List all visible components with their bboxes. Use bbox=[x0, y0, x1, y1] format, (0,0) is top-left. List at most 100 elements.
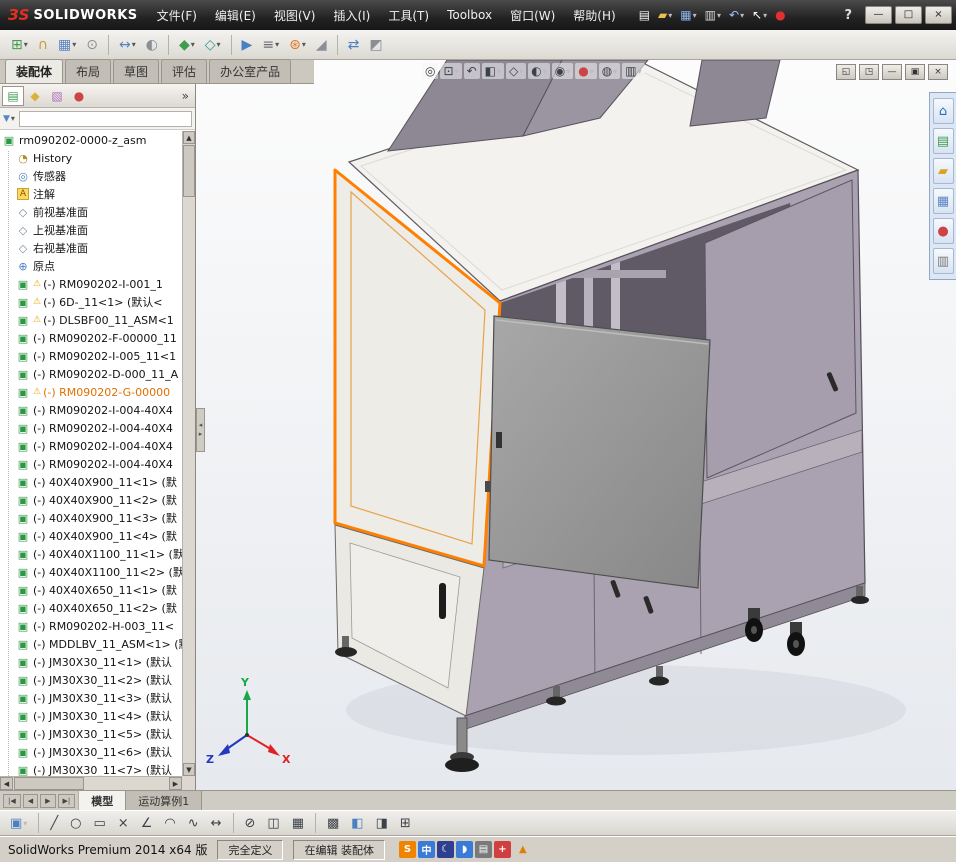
minimize-button[interactable]: — bbox=[865, 6, 892, 24]
menu-item[interactable]: 工具(T) bbox=[379, 5, 438, 26]
dropdown-arrow-icon[interactable]: ▾ bbox=[302, 40, 306, 49]
tree-item[interactable]: ▣ (-) 40X40X650_11<2> (默 bbox=[0, 599, 182, 617]
view-orientation-icon[interactable]: ◇ ▾ bbox=[505, 63, 527, 79]
doc-tile-button[interactable]: ◳ bbox=[859, 64, 879, 80]
rectangle-icon[interactable]: ▭ bbox=[88, 813, 110, 834]
external-references-icon[interactable]: ⇄ bbox=[344, 34, 364, 56]
sogou-input-icon[interactable]: S bbox=[398, 841, 416, 858]
tree-item[interactable]: ▣ ⚠ (-) 6D-_11<1> (默认< bbox=[0, 293, 182, 311]
tree-item[interactable]: ▣ (-) 40X40X650_11<1> (默 bbox=[0, 581, 182, 599]
arc-icon[interactable]: ◠ bbox=[159, 813, 180, 834]
dropdown-arrow-icon[interactable]: ▾ bbox=[132, 40, 136, 49]
dropdown-arrow-icon[interactable]: ▾ bbox=[693, 11, 697, 20]
tree-item[interactable]: ▣ (-) MDDLBV_11_ASM<1> (默 bbox=[0, 635, 182, 653]
solidworks-resources-icon[interactable]: ⌂ bbox=[932, 98, 954, 124]
tree-filter-input[interactable] bbox=[18, 110, 192, 127]
menu-item[interactable]: 窗口(W) bbox=[501, 5, 564, 26]
mirror-icon[interactable]: ◫ bbox=[262, 813, 284, 834]
open-door-latch[interactable] bbox=[496, 432, 502, 448]
dropdown-arrow-icon[interactable]: ▾ bbox=[717, 11, 721, 20]
dimension-icon[interactable]: ↔ bbox=[206, 813, 227, 834]
menu-item[interactable]: 文件(F) bbox=[148, 5, 206, 26]
configuration-manager-tab[interactable]: ▧ bbox=[46, 86, 68, 106]
mate-icon[interactable]: ∩ bbox=[34, 34, 52, 56]
custom-properties-icon[interactable]: ▥ bbox=[932, 248, 954, 274]
tree-item[interactable]: ◇ 右视基准面 bbox=[0, 239, 182, 257]
exploded-view-icon[interactable]: ⊛ ▾ bbox=[285, 34, 310, 56]
tab-nav-button[interactable]: |◀ bbox=[3, 793, 21, 808]
command-tab[interactable]: 装配体 bbox=[5, 59, 64, 83]
dropdown-arrow-icon[interactable]: ▾ bbox=[24, 40, 28, 49]
appearances-manager-tab[interactable]: ● bbox=[68, 86, 90, 106]
horizontal-scroll-thumb[interactable] bbox=[14, 777, 84, 790]
dropdown-arrow-icon[interactable]: ▾ bbox=[497, 67, 501, 76]
featuremanager-tree-tab[interactable]: ▤ bbox=[2, 85, 24, 106]
undo-icon[interactable]: ↶ ▾ bbox=[726, 7, 747, 23]
panel-overflow-button[interactable]: » bbox=[182, 89, 193, 103]
tree-item[interactable]: ▣ ⚠ (-) RM090202-I-001_1 bbox=[0, 275, 182, 293]
smart-fasteners-icon[interactable]: ⊙ bbox=[82, 34, 102, 56]
command-tab[interactable]: 布局 bbox=[65, 59, 112, 83]
dropdown-arrow-icon[interactable]: ▾ bbox=[613, 67, 617, 76]
tree-item[interactable]: ▣ (-) JM30X30_11<7> (默认 bbox=[0, 761, 182, 776]
keyboard-icon[interactable]: ▤ bbox=[474, 841, 492, 858]
menu-item[interactable]: 帮助(H) bbox=[564, 5, 624, 26]
menu-item[interactable]: 视图(V) bbox=[265, 5, 325, 26]
tree-item[interactable]: ▣ (-) 40X40X1100_11<2> (默 bbox=[0, 563, 182, 581]
toolbox-tray-icon[interactable]: + bbox=[493, 841, 511, 858]
propertymanager-tab[interactable]: ◆ bbox=[24, 86, 46, 106]
bill-of-materials-icon[interactable]: ≡ ▾ bbox=[258, 34, 283, 56]
tree-item[interactable]: ▣ (-) RM090202-H-003_11< bbox=[0, 617, 182, 635]
show-hidden-components-icon[interactable]: ◐ bbox=[142, 34, 162, 56]
scroll-right-icon[interactable]: ▶ bbox=[169, 777, 182, 790]
file-explorer-icon[interactable]: ▰ bbox=[932, 158, 954, 184]
apply-scene-icon[interactable]: ◍ ▾ bbox=[598, 63, 621, 79]
tree-root-item[interactable]: ▣ rm090202-0000-z_asm bbox=[0, 131, 182, 149]
dropdown-arrow-icon[interactable]: ▾ bbox=[519, 67, 523, 76]
display-style-icon[interactable]: ◐ ▾ bbox=[528, 63, 550, 79]
dropdown-arrow-icon[interactable]: ▾ bbox=[217, 40, 221, 49]
dropdown-arrow-icon[interactable]: ▾ bbox=[455, 67, 459, 76]
model-canvas[interactable]: Y X Z bbox=[196, 60, 956, 790]
doc-cascade-button[interactable]: ◱ bbox=[836, 64, 856, 80]
dropdown-arrow-icon[interactable]: ▾ bbox=[275, 40, 279, 49]
command-tab[interactable]: 办公室产品 bbox=[209, 59, 292, 83]
zoom-fit-icon[interactable]: ◎ bbox=[422, 63, 439, 79]
close-button[interactable]: × bbox=[925, 6, 952, 24]
chinese-mode-icon[interactable]: 中 bbox=[417, 841, 435, 858]
tab-nav-button[interactable]: ◀ bbox=[22, 793, 39, 808]
grid-icon[interactable]: ▩ bbox=[322, 813, 344, 834]
design-library-icon[interactable]: ▤ bbox=[932, 128, 954, 154]
doc-restore-button[interactable]: ▣ bbox=[905, 64, 925, 80]
tree-item[interactable]: ▣ (-) RM090202-F-00000_11 bbox=[0, 329, 182, 347]
angle-icon[interactable]: ∠ bbox=[136, 813, 158, 834]
command-tab[interactable]: 草图 bbox=[113, 59, 160, 83]
tree-item[interactable]: ◇ 前视基准面 bbox=[0, 203, 182, 221]
previous-view-icon[interactable]: ↶ bbox=[463, 63, 480, 79]
tree-item[interactable]: ▣ (-) 40X40X900_11<3> (默 bbox=[0, 509, 182, 527]
trim-icon[interactable]: ⊘ bbox=[240, 813, 261, 834]
section-view-icon[interactable]: ◧ ▾ bbox=[481, 63, 504, 79]
print-icon[interactable]: ▥ ▾ bbox=[702, 7, 724, 23]
doc-minimize-button[interactable]: — bbox=[882, 64, 902, 80]
evaluate-icon[interactable]: ⊞ bbox=[395, 813, 416, 834]
tree-item[interactable]: ▣ (-) RM090202-I-004-40X4 bbox=[0, 419, 182, 437]
linear-component-pattern-icon[interactable]: ▦ ▾ bbox=[54, 34, 80, 56]
hide-show-items-icon[interactable]: ◉ ▾ bbox=[551, 63, 574, 79]
tree-item[interactable]: ◎ 传感器 bbox=[0, 167, 182, 185]
scroll-down-icon[interactable]: ▼ bbox=[183, 763, 195, 776]
filter-dropdown-icon[interactable]: ▾ bbox=[11, 114, 15, 123]
moon-icon[interactable]: ☾ bbox=[436, 841, 454, 858]
vertical-scroll-thumb[interactable] bbox=[183, 145, 195, 197]
new-document-icon[interactable]: ▤ bbox=[636, 7, 653, 23]
model-tab[interactable]: 运动算例1 bbox=[126, 791, 203, 810]
tree-item[interactable]: ▣ ⚠ (-) RM090202-G-00000 bbox=[0, 383, 182, 401]
move-component-icon[interactable]: ↔ ▾ bbox=[115, 34, 140, 56]
dropdown-arrow-icon[interactable]: ▾ bbox=[23, 819, 27, 828]
line-icon[interactable]: ╱ bbox=[45, 813, 63, 834]
scroll-up-icon[interactable]: ▲ bbox=[183, 131, 195, 144]
tree-item[interactable]: ▣ (-) JM30X30_11<5> (默认 bbox=[0, 725, 182, 743]
menu-item[interactable]: 编辑(E) bbox=[206, 5, 265, 26]
tree-item[interactable]: ▣ (-) JM30X30_11<4> (默认 bbox=[0, 707, 182, 725]
dropdown-arrow-icon[interactable]: ▾ bbox=[566, 67, 570, 76]
